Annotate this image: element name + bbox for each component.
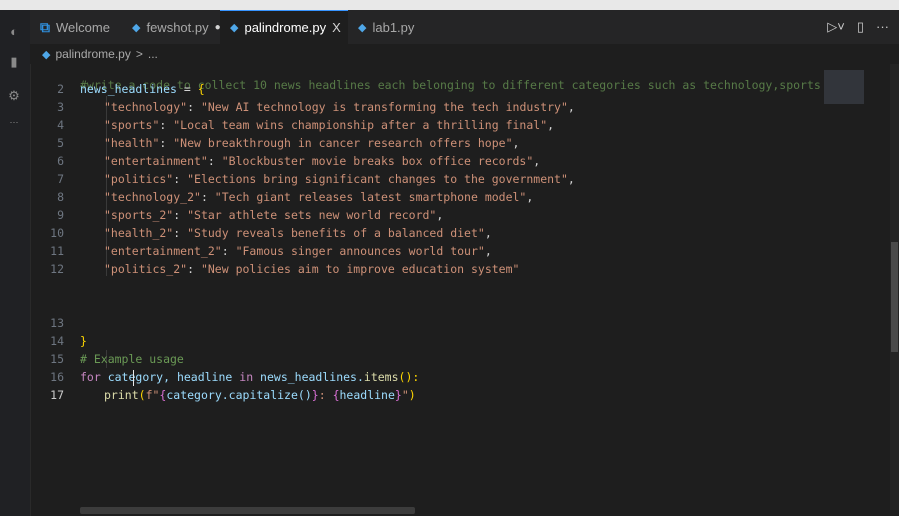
horizontal-scrollbar[interactable]: [80, 507, 415, 514]
code-line: 3 "technology": "New AI technology is tra…: [30, 98, 820, 116]
vscode-logo-icon: ⧉: [40, 18, 50, 35]
line-number: 12: [50, 262, 64, 276]
tab-lab1[interactable]: ◆ lab1.py: [348, 10, 426, 44]
line-text: news_headlines = {: [80, 82, 205, 96]
more-actions-icon[interactable]: ···: [876, 19, 889, 35]
code-line: 15 for category, headline in news_headli…: [30, 332, 820, 384]
line-text: "sports_2": "Star athlete sets new world…: [104, 208, 444, 222]
line-text: "politics": "Elections bring significant…: [104, 172, 575, 186]
more-icon[interactable]: ⋯: [6, 114, 22, 130]
code-line: 12 "politics_2": "New policies aim to imp…: [30, 260, 820, 278]
text-cursor: [133, 370, 134, 386]
minimap-viewport[interactable]: [824, 70, 864, 104]
tab-welcome[interactable]: ⧉ Welcome: [30, 10, 120, 44]
tab-label: palindrome.py: [244, 20, 327, 35]
line-text: "entertainment_2": "Famous singer announ…: [104, 244, 492, 258]
line-number: 6: [57, 154, 64, 168]
tab-label: Welcome: [56, 19, 110, 35]
explorer-icon[interactable]: ▮: [6, 54, 22, 70]
editor-actions: ▷˅ ▯ ···: [827, 19, 889, 35]
python-file-icon: ◆: [132, 21, 141, 34]
split-editor-icon[interactable]: ▯: [857, 19, 864, 35]
account-icon[interactable]: ◐: [6, 24, 22, 40]
close-icon[interactable]: X: [332, 20, 341, 35]
line-text: "technology": "New AI technology is tran…: [104, 100, 575, 114]
line-number: 9: [57, 208, 64, 222]
line-text: "entertainment": "Blockbuster movie brea…: [104, 154, 541, 168]
line-number: 5: [57, 136, 64, 150]
code-line: 16 print(f"{category.capitalize()}: {hea…: [30, 350, 820, 402]
vscode-window: ◐ ▮ ⚙ ⋯ ⧉ Welcome ◆ fewshot.py ● ◆ palin…: [0, 0, 899, 516]
line-text: "politics_2": "New policies aim to impro…: [104, 262, 520, 276]
python-file-icon: ◆: [42, 48, 51, 61]
line-number: 4: [57, 118, 64, 132]
code-line: 13 }: [30, 296, 820, 348]
scrollbar-thumb[interactable]: [891, 242, 898, 352]
line-text: "health": "New breakthrough in cancer re…: [104, 136, 520, 150]
line-number: 2: [57, 82, 64, 96]
line-number: 8: [57, 190, 64, 204]
line-number: 3: [57, 100, 64, 114]
extensions-icon[interactable]: ⚙: [6, 88, 22, 104]
code-line: 8 "technology_2": "Tech giant releases la…: [30, 188, 820, 206]
breadcrumb-symbol[interactable]: ...: [148, 47, 158, 61]
vertical-scrollbar[interactable]: [890, 64, 899, 510]
code-line: 11 "entertainment_2": "Famous singer anno…: [30, 242, 820, 260]
code-line: 2 news_headlines = {: [30, 80, 820, 98]
code-line: 10 "health_2": "Study reveals benefits of…: [30, 224, 820, 242]
tab-bar: ⧉ Welcome ◆ fewshot.py ● ◆ palindrome.py…: [30, 10, 899, 44]
python-file-icon: ◆: [358, 21, 367, 34]
line-number: 7: [57, 172, 64, 186]
breadcrumb-file[interactable]: palindrome.py: [55, 47, 130, 61]
top-strip: [0, 0, 899, 10]
line-text: print(f"{category.capitalize()}: {headli…: [104, 388, 416, 402]
line-number: 11: [50, 244, 64, 258]
code-line: 5 "health": "New breakthrough in cancer r…: [30, 134, 820, 152]
line-text: "sports": "Local team wins championship …: [104, 118, 555, 132]
line-number: 10: [50, 226, 64, 240]
tab-label: lab1.py: [372, 19, 415, 35]
line-number: 17: [50, 388, 64, 402]
code-line-current: 17: [30, 368, 820, 402]
code-line: 4 "sports": "Local team wins championship…: [30, 116, 820, 134]
activity-bar: ◐ ▮ ⚙ ⋯: [0, 10, 31, 516]
run-icon[interactable]: ▷˅: [827, 19, 845, 35]
code-line: 7 "politics": "Elections bring significan…: [30, 170, 820, 188]
code-line: #write a code to collect 10 news headlin…: [30, 64, 820, 92]
tab-palindrome[interactable]: ◆ palindrome.py X: [220, 10, 348, 44]
line-text: "technology_2": "Tech giant releases lat…: [104, 190, 534, 204]
code-line: 9 "sports_2": "Star athlete sets new worl…: [30, 206, 820, 224]
breadcrumb: ◆ palindrome.py > ...: [30, 44, 899, 64]
line-text: "health_2": "Study reveals benefits of a…: [104, 226, 492, 240]
python-file-icon: ◆: [230, 22, 239, 34]
tab-label: fewshot.py: [146, 19, 209, 35]
breadcrumb-separator: >: [135, 47, 143, 61]
code-line: 14 # Example usage: [30, 314, 820, 366]
code-editor[interactable]: #write a code to collect 10 news headlin…: [30, 64, 820, 510]
minimap[interactable]: [820, 64, 890, 510]
code-line: 6 "entertainment": "Blockbuster movie bre…: [30, 152, 820, 170]
tab-fewshot[interactable]: ◆ fewshot.py ●: [122, 10, 221, 44]
